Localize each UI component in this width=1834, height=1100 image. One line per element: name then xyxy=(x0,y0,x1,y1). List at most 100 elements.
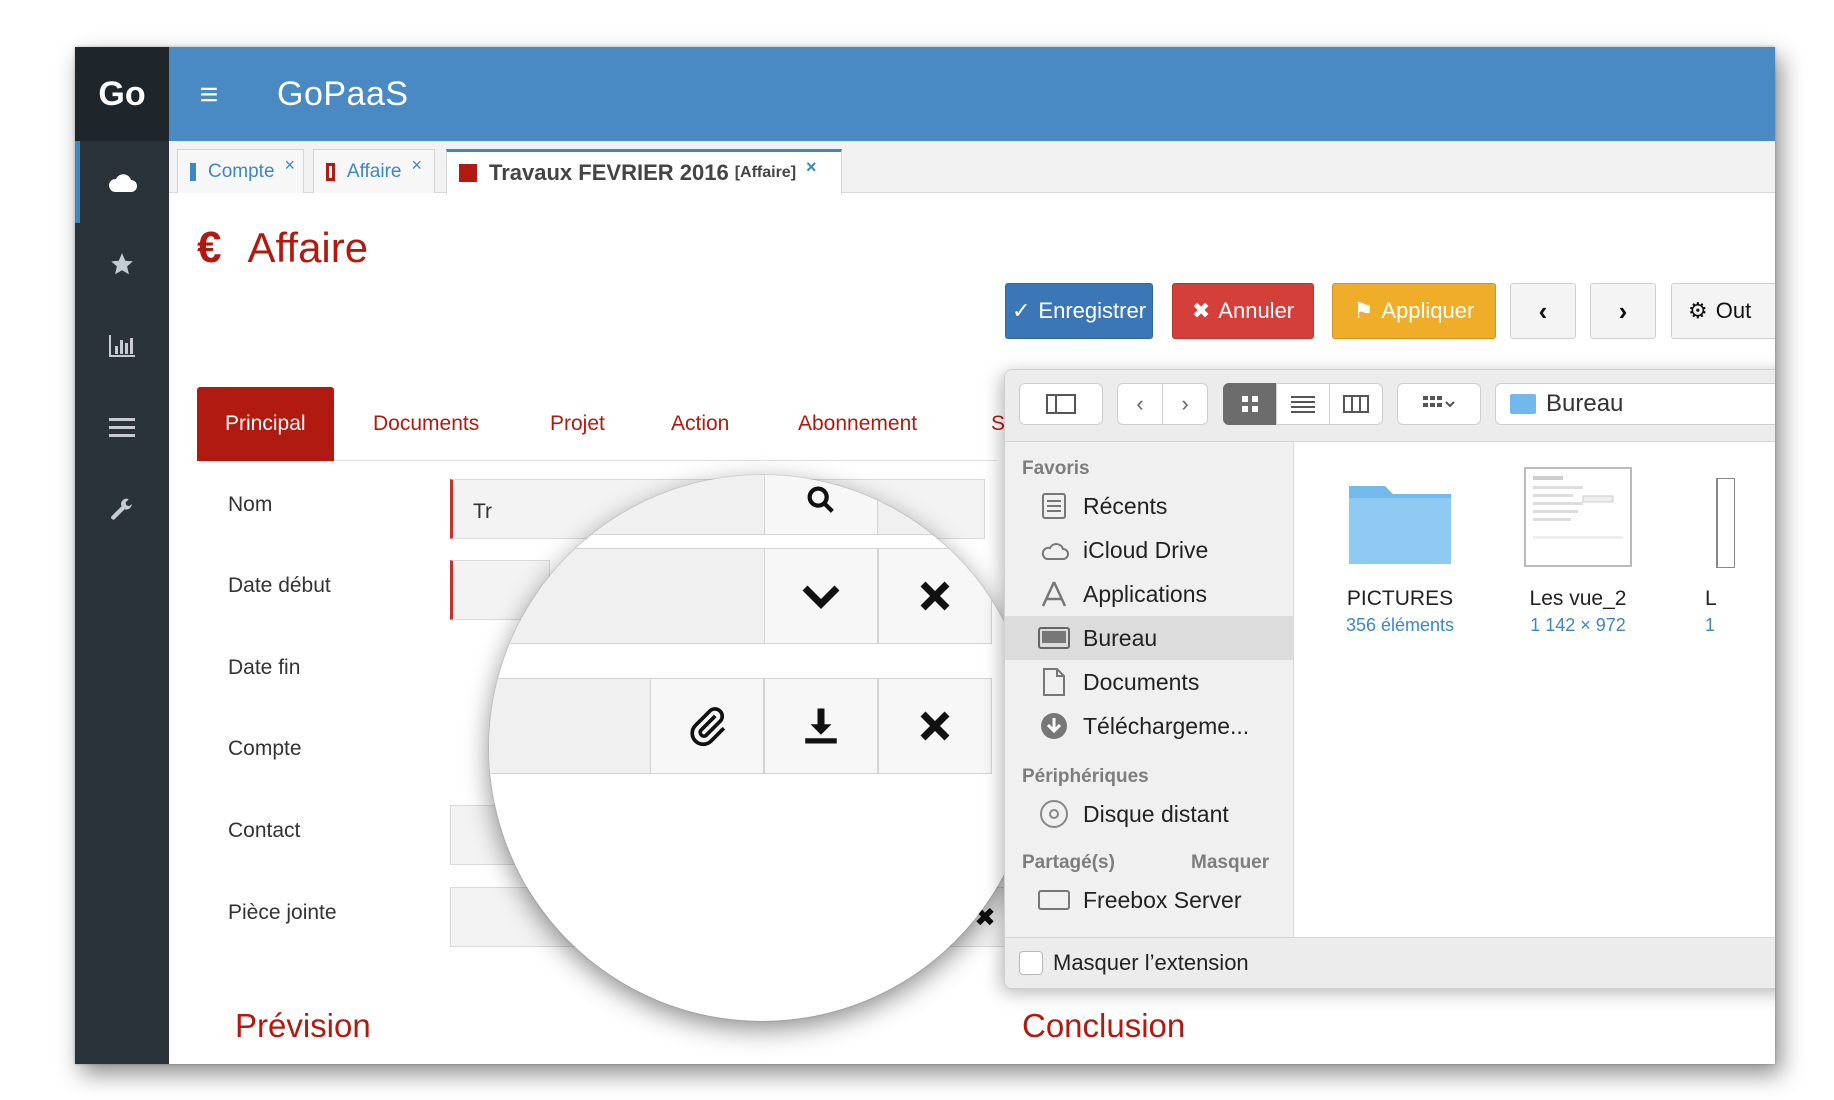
save-button[interactable]: ✓ Enregistrer xyxy=(1005,283,1153,339)
item-label: Bureau xyxy=(1083,624,1158,651)
save-label: Enregistrer xyxy=(1038,298,1147,323)
brand-logo[interactable]: Go xyxy=(75,47,169,141)
sidebar-toggle-button[interactable] xyxy=(1019,383,1103,425)
tab-travaux[interactable]: Travaux FEVRIER 2016 [Affaire] × xyxy=(446,149,842,194)
download-icon xyxy=(805,708,837,744)
checkbox-icon xyxy=(326,162,335,181)
cancel-button[interactable]: ✖ Annuler xyxy=(1172,283,1314,339)
file-meta: 1 xyxy=(1705,615,1716,635)
paperclip-icon xyxy=(690,707,726,747)
tab-abonnement[interactable]: Abonnement xyxy=(798,387,917,461)
disc-icon xyxy=(1037,799,1071,829)
tab-affaire[interactable]: Affaire × xyxy=(313,149,435,193)
sidebar-item-favorites[interactable] xyxy=(75,223,169,305)
zoomed-dropdown-button xyxy=(764,548,878,644)
chevron-right-icon: › xyxy=(1181,391,1189,416)
form-tabs: Principal Documents Projet Action Abonne… xyxy=(197,387,1005,461)
tab-action[interactable]: Action xyxy=(671,387,729,461)
partages-header: Partagé(s) xyxy=(1022,852,1115,873)
file-meta: 1 142 × 972 xyxy=(1530,615,1626,635)
app-title: GoPaaS xyxy=(277,74,409,113)
file-name: PICTURES xyxy=(1346,587,1454,610)
sidebar: Go xyxy=(75,47,169,1064)
path-selector[interactable]: Bureau xyxy=(1495,383,1775,425)
group-view-button[interactable] xyxy=(1397,383,1481,425)
sidebar-item-settings[interactable] xyxy=(75,469,169,551)
bar-chart-icon xyxy=(109,335,135,357)
column-view-button[interactable] xyxy=(1329,383,1383,425)
chevron-left-icon: ‹ xyxy=(1136,391,1144,416)
document-thumbnail-icon xyxy=(1716,477,1736,569)
item-label: Freebox Server xyxy=(1083,886,1242,913)
star-icon xyxy=(111,253,133,275)
tab-label: Affaire xyxy=(346,160,402,182)
file-partial[interactable]: L 1 xyxy=(1705,477,1765,636)
tab-s[interactable]: S xyxy=(991,387,1005,461)
list-view-button[interactable] xyxy=(1276,383,1330,425)
sidebar-item-freebox[interactable]: Freebox Server xyxy=(1005,878,1293,922)
masquer-link[interactable]: Masquer xyxy=(1191,852,1269,874)
sidebar-item-reports[interactable] xyxy=(75,305,169,387)
tab-tag: [Affaire] xyxy=(734,164,797,181)
sidebar-item-list[interactable] xyxy=(75,387,169,469)
app-window: Go ≡ GoPaaS Compte × Affaire × Travaux F… xyxy=(75,47,1775,1064)
tab-projet[interactable]: Projet xyxy=(550,387,605,461)
item-label: iCloud Drive xyxy=(1083,536,1209,563)
page-title: € Affaire xyxy=(197,223,368,273)
path-label: Bureau xyxy=(1546,390,1624,417)
prev-button[interactable]: ‹ xyxy=(1510,283,1576,339)
zoomed-nom-field xyxy=(509,475,1009,535)
tab-documents[interactable]: Documents xyxy=(373,387,479,461)
close-icon[interactable]: × xyxy=(411,155,422,176)
sidebar-item-bureau[interactable]: Bureau xyxy=(1005,616,1293,660)
euro-icon: € xyxy=(197,223,222,272)
section-prevision: Prévision xyxy=(235,1007,371,1044)
file-pictures[interactable]: PICTURES 356 éléments xyxy=(1315,478,1485,636)
page-title-text: Affaire xyxy=(247,224,369,271)
list-icon xyxy=(1291,396,1315,413)
sidebar-item-icloud[interactable]: iCloud Drive xyxy=(1005,528,1293,572)
finder-footer: Masquer l’extension xyxy=(1005,937,1775,988)
sidebar-item-applications[interactable]: Applications xyxy=(1005,572,1293,616)
file-picker-dialog: ‹ › Bureau Favoris Récents iCloud Drive … xyxy=(1004,369,1775,989)
sidebar-item-disque-distant[interactable]: Disque distant xyxy=(1005,792,1293,836)
finder-toolbar: ‹ › Bureau xyxy=(1005,370,1775,442)
tab-principal[interactable]: Principal xyxy=(197,387,334,461)
item-label: Disque distant xyxy=(1083,800,1229,827)
label-nom: Nom xyxy=(228,493,273,516)
tools-label: Out xyxy=(1715,298,1752,323)
forward-button[interactable]: › xyxy=(1162,383,1208,425)
close-icon[interactable]: × xyxy=(285,155,296,176)
document-thumbnail-icon xyxy=(1524,467,1632,567)
hamburger-menu-icon[interactable]: ≡ xyxy=(169,76,249,113)
nom-value: Tr xyxy=(473,500,493,523)
group-grid-icon xyxy=(1423,396,1455,408)
folder-icon xyxy=(1349,486,1451,564)
folder-icon xyxy=(1510,394,1536,414)
label-compte: Compte xyxy=(228,737,302,760)
file-les-vue-2[interactable]: Les vue_2 1 142 × 972 xyxy=(1493,466,1663,636)
section-conclusion: Conclusion xyxy=(1022,1007,1186,1044)
chevron-right-icon: › xyxy=(1618,295,1628,326)
top-bar: ≡ GoPaaS xyxy=(169,47,1775,141)
sidebar-item-documents[interactable]: Documents xyxy=(1005,660,1293,704)
icon-view-button[interactable] xyxy=(1223,383,1277,425)
label-date-debut: Date début xyxy=(228,574,331,597)
tab-compte[interactable]: Compte × xyxy=(177,149,304,193)
tools-button[interactable]: ⚙ Out xyxy=(1671,283,1775,339)
sidebar-item-recents[interactable]: Récents xyxy=(1005,484,1293,528)
item-label: Applications xyxy=(1083,580,1208,607)
hide-extension-checkbox[interactable] xyxy=(1019,951,1043,975)
apply-button[interactable]: ⚑ Appliquer xyxy=(1332,283,1496,339)
document-tabs: Compte × Affaire × Travaux FEVRIER 2016 … xyxy=(169,141,1775,194)
zoomed-download-button xyxy=(764,678,878,774)
item-label: Documents xyxy=(1083,668,1200,695)
close-icon[interactable]: × xyxy=(806,157,817,178)
sidebar-item-cloud[interactable] xyxy=(75,141,169,223)
back-button[interactable]: ‹ xyxy=(1117,383,1163,425)
next-button[interactable]: › xyxy=(1590,283,1656,339)
sidebar-item-downloads[interactable]: Téléchargeme... xyxy=(1005,704,1293,748)
cloud-icon xyxy=(108,174,137,192)
favoris-header: Favoris xyxy=(1022,458,1090,479)
desktop-icon xyxy=(1037,623,1071,653)
